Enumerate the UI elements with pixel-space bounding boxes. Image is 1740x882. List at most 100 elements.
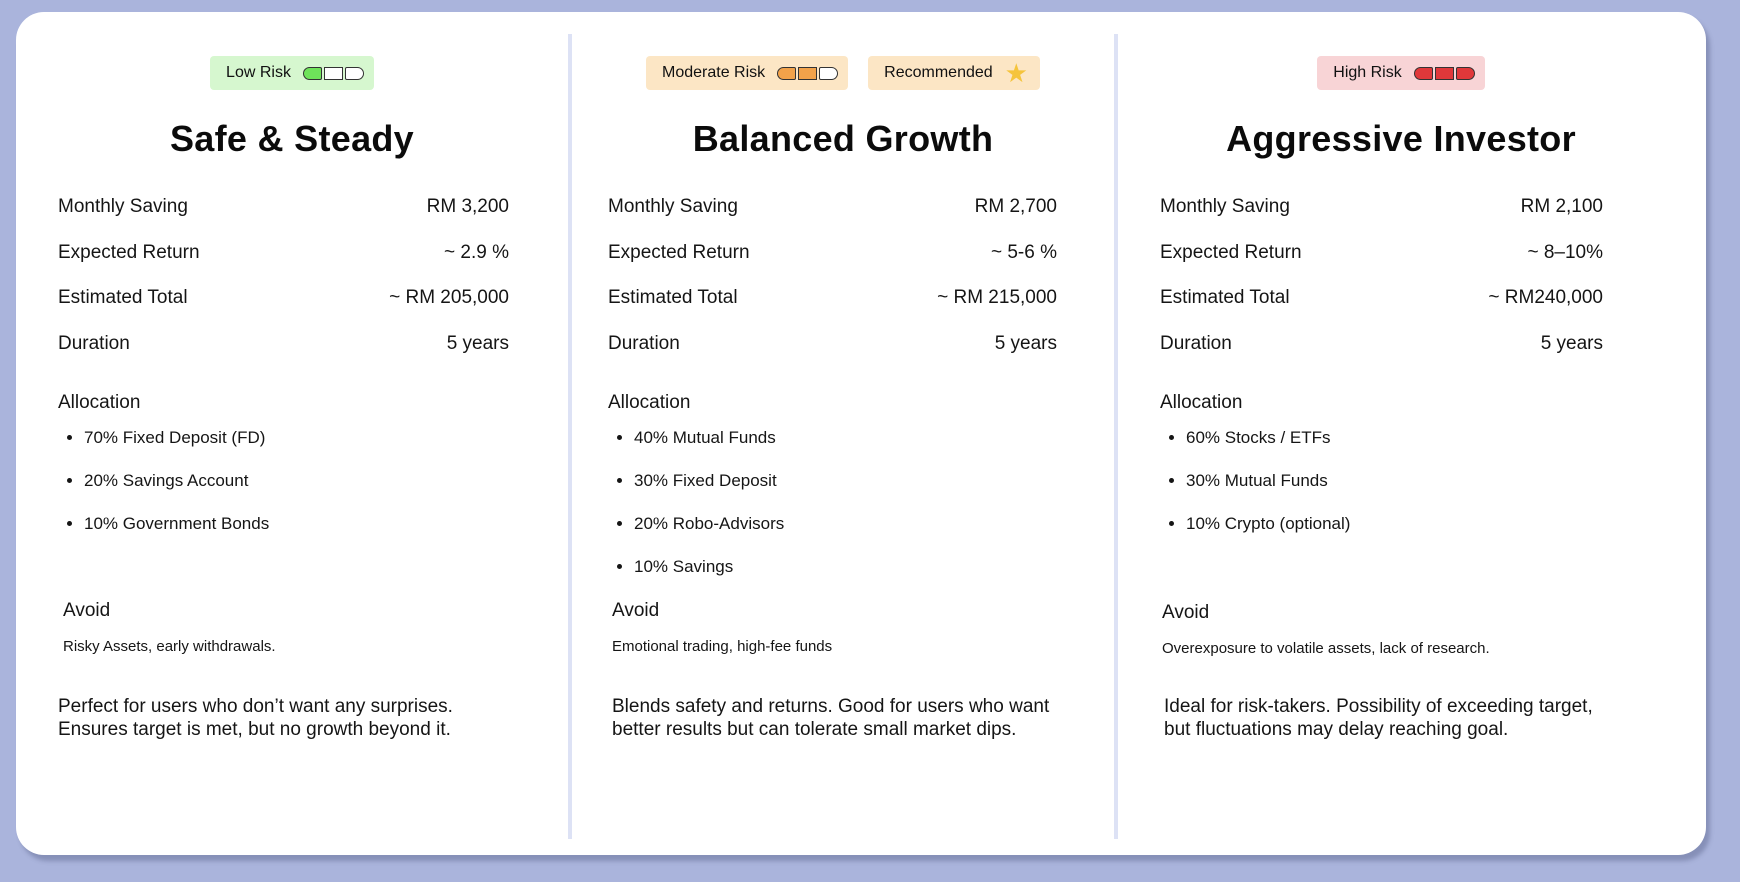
stat-label: Monthly Saving — [608, 196, 738, 217]
allocation-item: 30% Mutual Funds — [1186, 471, 1350, 514]
risk-badge-moderate: Moderate Risk — [646, 56, 849, 90]
allocation-item: 40% Mutual Funds — [634, 428, 784, 471]
stat-expected-return: Expected Return ~ 5-6 % — [608, 242, 1057, 288]
allocation-item: 30% Fixed Deposit — [634, 471, 784, 514]
plan-description: Blends safety and returns. Good for user… — [612, 695, 1049, 741]
allocation-item: 20% Savings Account — [84, 471, 269, 514]
stat-label: Duration — [608, 332, 680, 354]
stat-duration: Duration 5 years — [1160, 333, 1603, 379]
risk-badge-label: High Risk — [1333, 64, 1402, 81]
stat-value: ~ RM 215,000 — [937, 287, 1057, 308]
risk-meter-icon — [1413, 66, 1475, 80]
risk-badge-label: Moderate Risk — [662, 64, 766, 81]
stat-estimated-total: Estimated Total ~ RM 215,000 — [608, 287, 1057, 333]
description-line: Blends safety and returns. Good for user… — [612, 696, 1050, 717]
risk-meter-segment — [819, 66, 839, 80]
recommended-badge: Recommended ★ — [868, 56, 1040, 90]
plan-title: Safe & Steady — [170, 118, 414, 159]
risk-badge-high: High Risk — [1317, 56, 1485, 90]
plan-title: Aggressive Investor — [1226, 118, 1576, 159]
stat-value: RM 2,700 — [974, 196, 1057, 217]
stat-value: RM 3,200 — [426, 196, 509, 217]
risk-meter-segment — [302, 66, 322, 80]
allocation-heading: Allocation — [1160, 392, 1243, 413]
stat-monthly-saving: Monthly Saving RM 2,100 — [1160, 196, 1603, 242]
risk-meter-segment — [1413, 66, 1433, 80]
allocation-item: 20% Robo-Advisors — [634, 514, 784, 557]
risk-meter-segment — [1455, 66, 1475, 80]
risk-badge-label: Low Risk — [226, 64, 291, 81]
stat-value: ~ 5-6 % — [990, 241, 1057, 263]
stat-estimated-total: Estimated Total ~ RM 205,000 — [58, 287, 509, 333]
badge-row: Low Risk — [16, 56, 568, 90]
risk-meter-segment — [777, 66, 797, 80]
plan-column-safe-steady: Low Risk Safe & Steady Monthly Saving RM… — [16, 12, 568, 855]
plan-column-balanced-growth: Moderate Risk Recommended ★ Balanced Gro… — [572, 12, 1114, 855]
allocation-item: 70% Fixed Deposit (FD) — [84, 428, 269, 471]
plans-card: Low Risk Safe & Steady Monthly Saving RM… — [16, 12, 1706, 855]
allocation-item: 10% Government Bonds — [84, 514, 269, 557]
allocation-heading: Allocation — [58, 392, 141, 413]
avoid-heading: Avoid — [63, 600, 111, 621]
risk-meter-segment — [323, 66, 343, 80]
badge-row: Moderate Risk Recommended ★ — [572, 56, 1114, 90]
stat-duration: Duration 5 years — [608, 333, 1057, 379]
description-line: Perfect for users who don’t want any sur… — [58, 696, 453, 717]
risk-meter-icon — [777, 66, 839, 80]
stat-value: RM 2,100 — [1520, 196, 1603, 217]
plan-stats: Monthly Saving RM 2,100 Expected Return … — [1160, 196, 1603, 378]
stat-value: 5 years — [994, 332, 1057, 354]
risk-meter-segment — [344, 66, 364, 80]
avoid-heading: Avoid — [1162, 602, 1210, 623]
risk-meter-icon — [302, 66, 364, 80]
stat-value: ~ 2.9 % — [444, 241, 509, 263]
stat-label: Duration — [58, 332, 130, 354]
description-line: Ideal for risk-takers. Possibility of ex… — [1164, 696, 1593, 717]
stat-label: Expected Return — [608, 241, 750, 263]
allocation-item: 60% Stocks / ETFs — [1186, 428, 1350, 471]
description-line: better results but can tolerate small ma… — [612, 719, 1017, 740]
recommended-label: Recommended — [884, 64, 993, 81]
stat-duration: Duration 5 years — [58, 333, 509, 379]
avoid-text: Overexposure to volatile assets, lack of… — [1162, 640, 1490, 657]
stat-label: Estimated Total — [608, 287, 738, 308]
risk-meter-segment — [798, 66, 818, 80]
star-icon: ★ — [1004, 58, 1028, 88]
stat-value: 5 years — [446, 332, 509, 354]
stat-estimated-total: Estimated Total ~ RM240,000 — [1160, 287, 1603, 333]
stat-value: 5 years — [1540, 332, 1603, 354]
stat-label: Expected Return — [1160, 241, 1302, 263]
stat-expected-return: Expected Return ~ 8–10% — [1160, 242, 1603, 288]
plan-description: Ideal for risk-takers. Possibility of ex… — [1164, 695, 1593, 741]
plan-column-aggressive-investor: High Risk Aggressive Investor Monthly Sa… — [1118, 12, 1684, 855]
allocation-list: 60% Stocks / ETFs 30% Mutual Funds 10% C… — [1160, 428, 1350, 557]
avoid-text: Risky Assets, early withdrawals. — [63, 638, 276, 655]
stat-label: Monthly Saving — [1160, 196, 1290, 217]
plan-title: Balanced Growth — [692, 118, 994, 159]
stat-label: Duration — [1160, 332, 1232, 354]
allocation-item: 10% Savings — [634, 557, 784, 600]
risk-badge-low: Low Risk — [210, 56, 374, 90]
allocation-list: 40% Mutual Funds 30% Fixed Deposit 20% R… — [608, 428, 784, 600]
avoid-heading: Avoid — [612, 600, 660, 621]
stat-expected-return: Expected Return ~ 2.9 % — [58, 242, 509, 288]
stat-monthly-saving: Monthly Saving RM 2,700 — [608, 196, 1057, 242]
stat-value: ~ 8–10% — [1527, 241, 1603, 263]
stat-label: Expected Return — [58, 241, 200, 263]
stat-value: ~ RM240,000 — [1488, 287, 1603, 308]
plan-description: Perfect for users who don’t want any sur… — [58, 695, 453, 741]
allocation-heading: Allocation — [608, 392, 691, 413]
description-line: Ensures target is met, but no growth bey… — [58, 719, 451, 740]
allocation-item: 10% Crypto (optional) — [1186, 514, 1350, 557]
badge-row: High Risk — [1118, 56, 1684, 90]
stat-label: Monthly Saving — [58, 196, 188, 217]
stat-value: ~ RM 205,000 — [389, 287, 509, 308]
risk-meter-segment — [1434, 66, 1454, 80]
description-line: but fluctuations may delay reaching goal… — [1164, 719, 1509, 740]
allocation-list: 70% Fixed Deposit (FD) 20% Savings Accou… — [58, 428, 269, 557]
stat-label: Estimated Total — [1160, 287, 1290, 308]
plan-stats: Monthly Saving RM 3,200 Expected Return … — [58, 196, 509, 378]
plan-stats: Monthly Saving RM 2,700 Expected Return … — [608, 196, 1057, 378]
stat-monthly-saving: Monthly Saving RM 3,200 — [58, 196, 509, 242]
avoid-text: Emotional trading, high-fee funds — [612, 638, 833, 655]
